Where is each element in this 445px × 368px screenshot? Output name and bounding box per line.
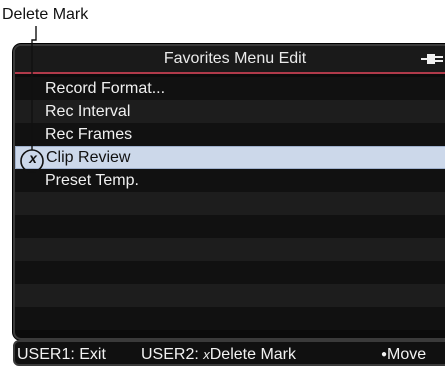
page: Delete Mark Favorites Menu Edit Record F… xyxy=(0,0,445,368)
menu-item-record-format[interactable]: Record Format... xyxy=(15,77,445,100)
menu-item-label: Record Format... xyxy=(45,80,166,97)
menu-item-rec-interval[interactable]: Rec Interval xyxy=(15,100,445,123)
favorites-menu-list: Record Format... Rec Interval Rec Frames… xyxy=(15,77,445,330)
menu-item-clip-review[interactable]: x Clip Review xyxy=(15,146,445,169)
menu-row-empty xyxy=(15,284,445,307)
menu-item-label: Clip Review xyxy=(46,149,131,166)
menu-item-label: Rec Interval xyxy=(45,103,131,120)
delete-mark-callout-label: Delete Mark xyxy=(2,6,89,23)
menu-row-empty xyxy=(15,238,445,261)
user2-prefix: USER2: xyxy=(141,346,204,363)
screen-title: Favorites Menu Edit xyxy=(163,50,307,67)
user2-delete-mark-hint: USER2: xDelete Mark xyxy=(141,342,296,364)
favorites-menu-edit-screen: Favorites Menu Edit Record Format... Rec… xyxy=(13,44,445,340)
screen-title-bar: Favorites Menu Edit xyxy=(15,46,445,74)
menu-row-empty xyxy=(15,261,445,284)
move-hint: ●Move xyxy=(381,342,427,364)
menu-item-rec-frames[interactable]: Rec Frames xyxy=(15,123,445,146)
user2-text: Delete Mark xyxy=(209,346,296,363)
menu-item-preset-temp[interactable]: Preset Temp. xyxy=(15,169,445,192)
battery-plug-icon xyxy=(421,54,443,64)
menu-row-empty xyxy=(15,192,445,215)
menu-item-label: Preset Temp. xyxy=(45,172,139,189)
status-bar: USER1: Exit USER2: xDelete Mark ●Move xyxy=(13,340,445,366)
menu-item-label: Rec Frames xyxy=(45,126,133,143)
user1-exit-hint: USER1: Exit xyxy=(17,346,106,363)
menu-row-empty xyxy=(15,215,445,238)
delete-mark-icon: x xyxy=(29,150,37,166)
menu-row-empty xyxy=(15,307,445,330)
move-text: Move xyxy=(387,346,427,363)
